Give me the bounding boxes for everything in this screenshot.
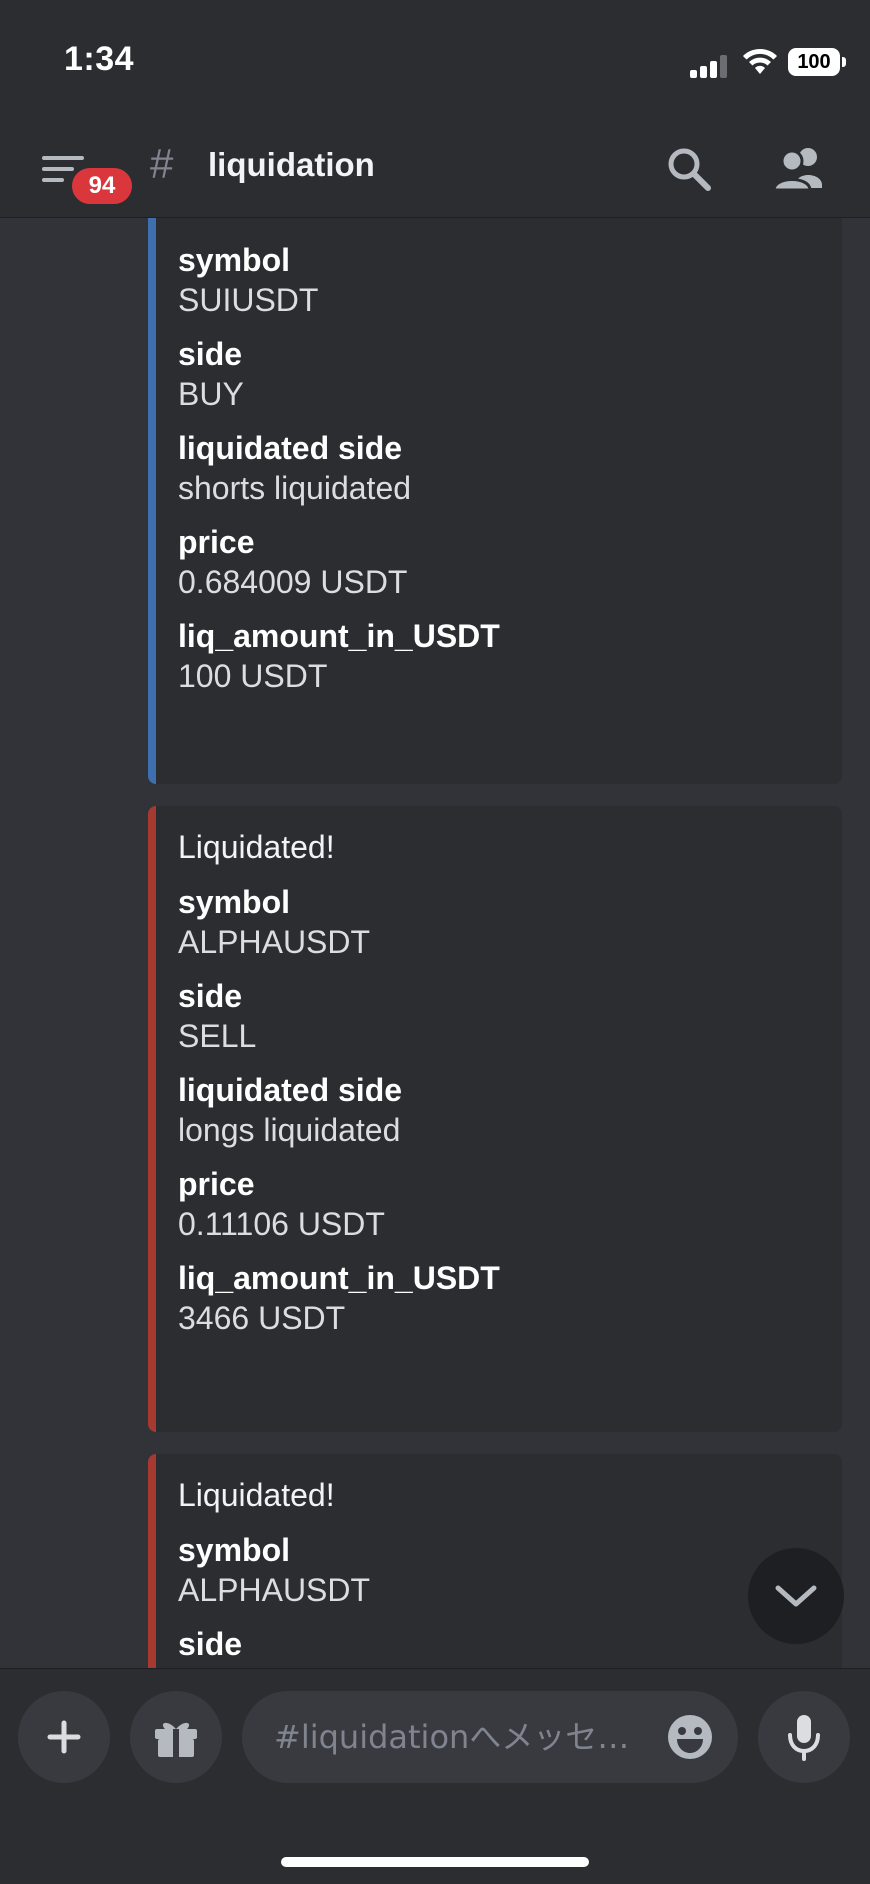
message-input[interactable] (272, 1717, 656, 1757)
field-value: 0.684009 USDT (178, 564, 408, 600)
field-value: BUY (178, 376, 244, 412)
field-name: symbol (178, 1532, 291, 1568)
channel-header: 94 # liquidation (0, 120, 870, 218)
embed-field: price 0.11106 USDT (178, 1164, 842, 1244)
field-name: liq_amount_in_USDT (178, 618, 500, 654)
chevron-down-icon (775, 1585, 817, 1607)
message-list[interactable]: symbol SUIUSDT side BUY liquidated side … (0, 218, 870, 1668)
status-time: 1:34 (64, 40, 135, 78)
search-button[interactable] (664, 144, 714, 194)
message-composer (0, 1668, 870, 1884)
field-name: side (178, 1626, 243, 1662)
battery-nub (842, 57, 846, 67)
embed-field: liquidated side longs liquidated (178, 1070, 842, 1150)
embed-field: symbol SUIUSDT (178, 240, 842, 320)
hashtag-icon: # (150, 140, 174, 187)
channel-title[interactable]: liquidation (208, 146, 375, 184)
embed-field: liq_amount_in_USDT 3466 USDT (178, 1258, 842, 1338)
emoji-icon[interactable] (666, 1713, 714, 1761)
liquidation-embed: Liquidated! symbol ALPHAUSDT side (148, 1454, 842, 1668)
voice-message-button[interactable] (758, 1691, 850, 1783)
home-indicator (281, 1857, 589, 1867)
embed-field: side SELL (178, 976, 842, 1056)
add-attachment-button[interactable] (18, 1691, 110, 1783)
search-icon (668, 148, 711, 191)
embed-field: price 0.684009 USDT (178, 522, 842, 602)
embed-field: side BUY (178, 334, 842, 414)
field-name: liq_amount_in_USDT (178, 1260, 500, 1296)
unread-badge: 94 (68, 164, 136, 208)
field-value: SELL (178, 1018, 257, 1054)
embed-title: Liquidated! (178, 829, 335, 865)
jump-to-present-button[interactable] (748, 1548, 844, 1644)
liquidation-embed: Liquidated! symbol ALPHAUSDT side SELL l… (148, 806, 842, 1432)
microphone-icon (788, 1715, 820, 1761)
gift-icon (155, 1722, 197, 1757)
field-value: shorts liquidated (178, 470, 412, 506)
field-name: price (178, 1166, 255, 1202)
field-name: symbol (178, 242, 291, 278)
field-name: price (178, 524, 255, 560)
status-bar: 1:34 100 (0, 0, 870, 120)
embed-field: side (178, 1624, 842, 1664)
field-value: 0.11106 USDT (178, 1206, 385, 1242)
embed-field: symbol ALPHAUSDT (178, 882, 842, 962)
plus-icon (47, 1720, 81, 1754)
cellular-signal-icon (690, 54, 728, 78)
field-value: 100 USDT (178, 658, 328, 694)
field-value: SUIUSDT (178, 282, 319, 318)
battery-indicator: 100 (788, 48, 840, 76)
members-icon (772, 148, 822, 192)
wifi-icon (743, 48, 777, 74)
field-value: longs liquidated (178, 1112, 401, 1148)
embed-field: symbol ALPHAUSDT (178, 1530, 842, 1610)
field-value: ALPHAUSDT (178, 1572, 371, 1608)
field-name: side (178, 336, 243, 372)
message-input-container[interactable] (242, 1691, 738, 1783)
field-name: side (178, 978, 243, 1014)
embed-title: Liquidated! (178, 1477, 335, 1513)
embed-field: liq_amount_in_USDT 100 USDT (178, 616, 842, 696)
embed-field: liquidated side shorts liquidated (178, 428, 842, 508)
field-value: 3466 USDT (178, 1300, 346, 1336)
members-button[interactable] (770, 144, 826, 194)
field-name: liquidated side (178, 430, 403, 466)
liquidation-embed: symbol SUIUSDT side BUY liquidated side … (148, 218, 842, 784)
field-name: symbol (178, 884, 291, 920)
field-value: ALPHAUSDT (178, 924, 371, 960)
gift-button[interactable] (130, 1691, 222, 1783)
channel-list-button[interactable]: 94 (40, 150, 136, 210)
field-name: liquidated side (178, 1072, 403, 1108)
